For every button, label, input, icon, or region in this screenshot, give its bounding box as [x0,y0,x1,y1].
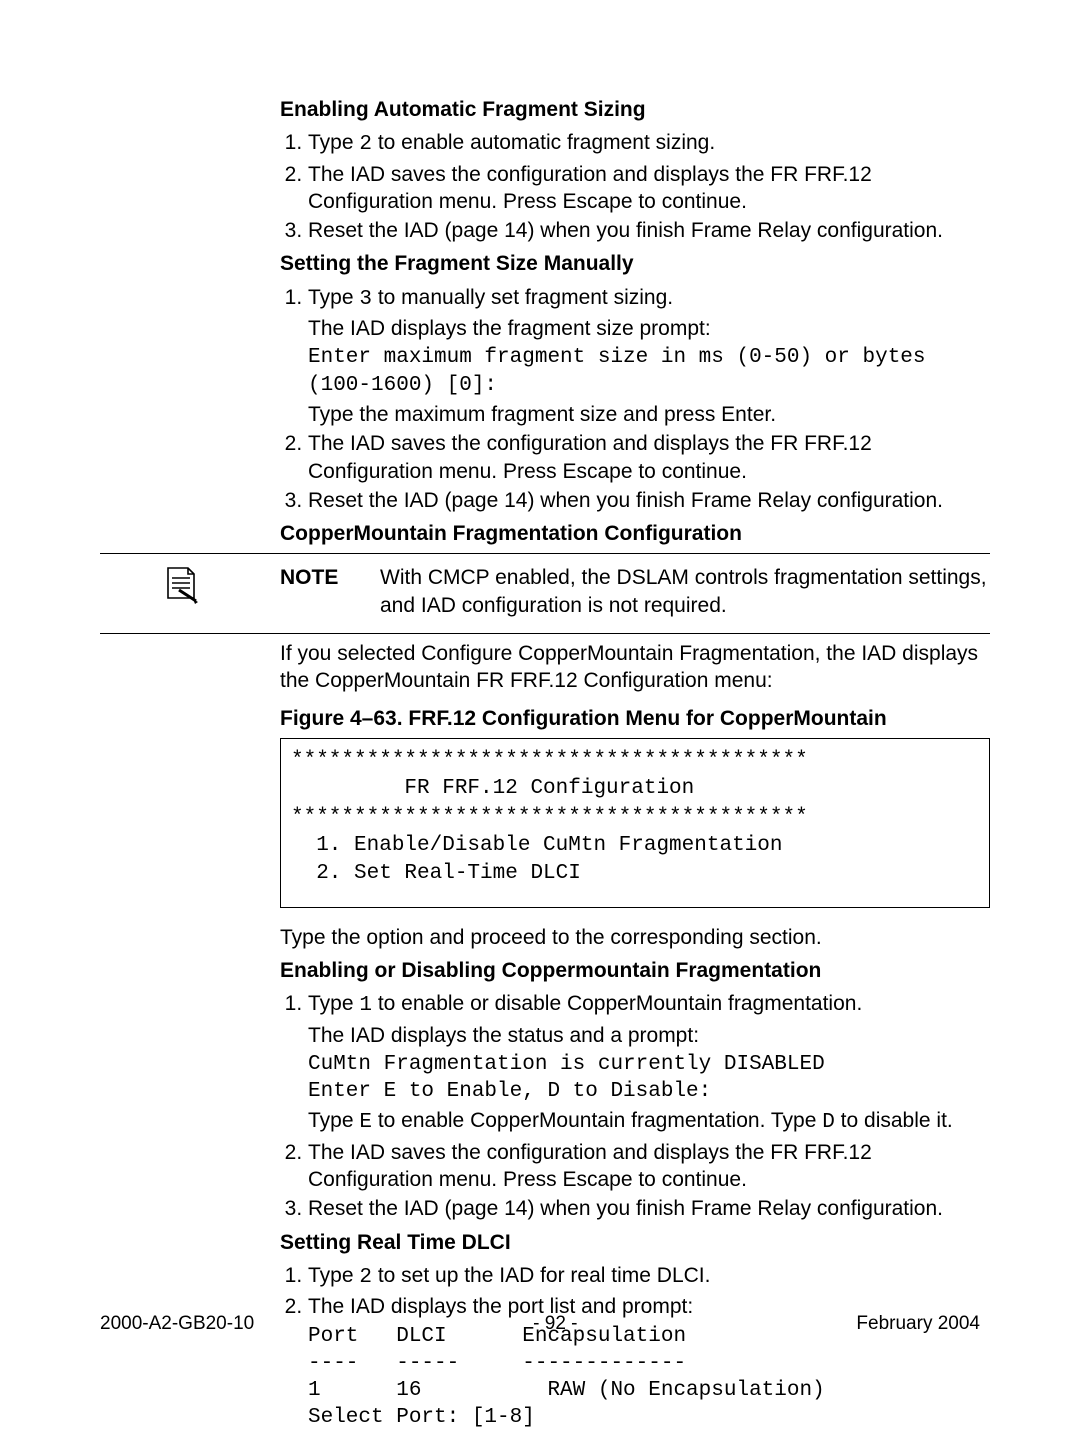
note-icon [162,564,198,604]
step: Type 2 to enable automatic fragment sizi… [308,129,990,158]
heading-manual-frag: Setting the Fragment Size Manually [280,250,990,277]
paragraph: Type the option and proceed to the corre… [280,924,990,951]
text: The IAD displays the fragment size promp… [308,315,990,342]
step: The IAD saves the configuration and disp… [308,161,990,216]
step: Type 1 to enable or disable CopperMounta… [308,990,990,1136]
steps-manual-frag: Type 3 to manually set fragment sizing. … [280,284,990,514]
steps-enable-cumtn: Type 1 to enable or disable CopperMounta… [280,990,990,1222]
menu-codebox: ****************************************… [280,738,990,908]
key-code: 2 [359,133,372,156]
note-text: With CMCP enabled, the DSLAM controls fr… [380,564,990,619]
note-label: NOTE [280,564,380,619]
step: Reset the IAD (page 14) when you finish … [308,487,990,514]
heading-auto-frag: Enabling Automatic Fragment Sizing [280,96,990,123]
text: to disable it. [835,1109,953,1132]
text: Type [308,1109,359,1132]
steps-real-time-dlci: Type 2 to set up the IAD for real time D… [280,1262,990,1432]
text: Type [308,1264,359,1287]
text: Type [308,131,359,154]
step: The IAD saves the configuration and disp… [308,430,990,485]
cli-table: Port DLCI Encapsulation ---- ----- -----… [308,1323,990,1432]
step: The IAD saves the configuration and disp… [308,1139,990,1194]
key-code: E [359,1111,372,1134]
heading-real-time-dlci: Setting Real Time DLCI [280,1229,990,1256]
key-code: 2 [359,1266,372,1289]
text: Type the maximum fragment size and press… [308,401,990,428]
step: Reset the IAD (page 14) when you finish … [308,1195,990,1222]
text: to set up the IAD for real time DLCI. [372,1264,710,1287]
cli-prompt: Enter maximum fragment size in ms (0-50)… [308,344,990,399]
note-block: NOTE With CMCP enabled, the DSLAM contro… [100,553,990,634]
text: to enable CopperMountain fragmentation. … [372,1109,822,1132]
heading-cumtn-frag: CopperMountain Fragmentation Configurati… [280,520,990,547]
text: to manually set fragment sizing. [372,286,673,309]
text: to enable or disable CopperMountain frag… [372,992,862,1015]
heading-enable-cumtn: Enabling or Disabling Coppermountain Fra… [280,957,990,984]
text: to enable automatic fragment sizing. [372,131,715,154]
text: Type [308,286,359,309]
page-footer: 2000-A2-GB20-10 - 92 - February 2004 [100,1312,980,1337]
step: Type 3 to manually set fragment sizing. … [308,284,990,428]
footer-right: February 2004 [856,1312,980,1337]
figure-caption: Figure 4–63. FRF.12 Configuration Menu f… [280,705,990,732]
text: The IAD displays the status and a prompt… [308,1022,990,1049]
key-code: D [822,1111,835,1134]
key-code: 1 [359,994,372,1017]
text: Type [308,992,359,1015]
steps-auto-frag: Type 2 to enable automatic fragment sizi… [280,129,990,244]
step: Reset the IAD (page 14) when you finish … [308,217,990,244]
key-code: 3 [359,288,372,311]
footer-center: - 92 - [533,1312,577,1337]
step: Type 2 to set up the IAD for real time D… [308,1262,990,1291]
cli-prompt: CuMtn Fragmentation is currently DISABLE… [308,1051,990,1106]
footer-left: 2000-A2-GB20-10 [100,1312,254,1337]
paragraph: If you selected Configure CopperMountain… [280,640,990,695]
